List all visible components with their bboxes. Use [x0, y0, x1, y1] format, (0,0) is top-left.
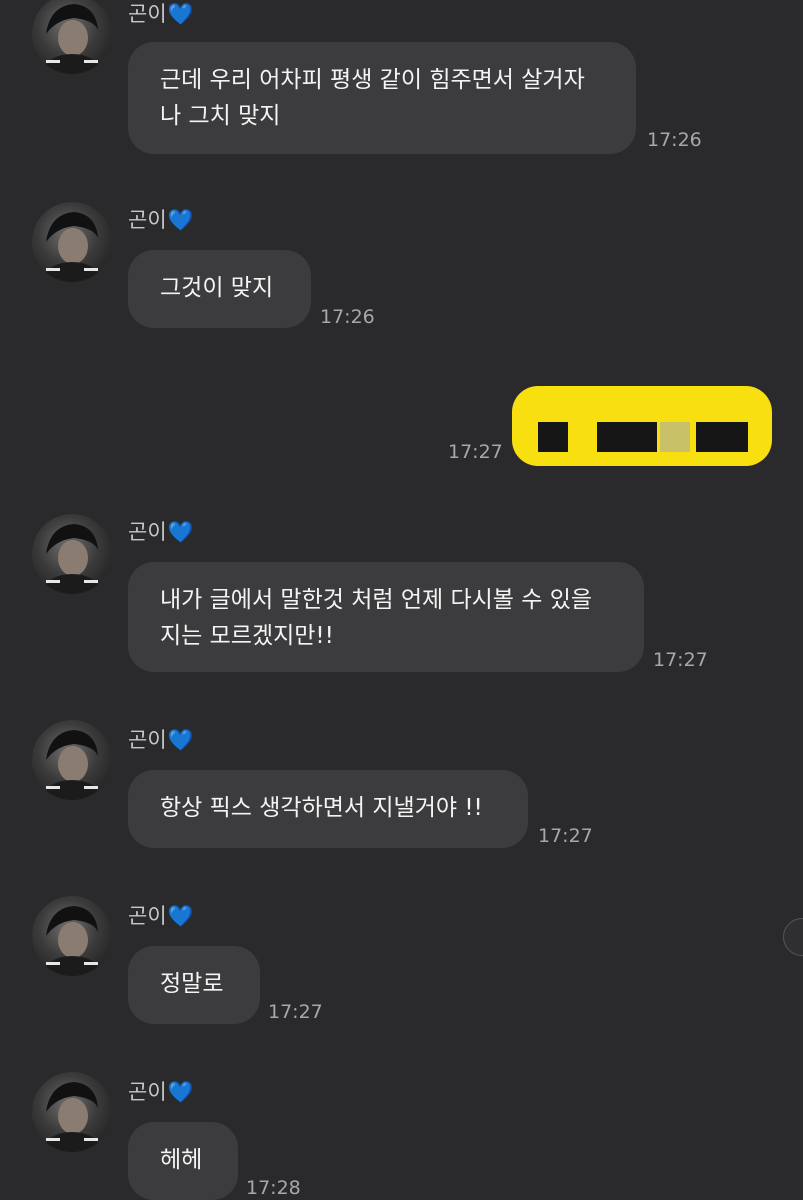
message-line: 지는 모르겠지만!! — [160, 623, 334, 649]
avatar[interactable] — [32, 1072, 112, 1152]
blue-heart-icon: 💙 — [167, 520, 194, 544]
sender-name-text: 곤이 — [128, 520, 167, 544]
avatar[interactable] — [32, 202, 112, 282]
message-line: 헤헤 — [160, 1147, 203, 1173]
message-line: 정말로 — [160, 971, 224, 997]
profile-photo-icon — [40, 906, 104, 976]
scroll-down-button[interactable] — [783, 918, 803, 956]
redacted-block — [696, 422, 748, 452]
avatar[interactable] — [32, 896, 112, 976]
profile-photo-icon — [40, 730, 104, 800]
redacted-block — [660, 422, 690, 452]
message-line: 항상 픽스 생각하면서 지낼거야 !! — [160, 795, 483, 821]
sender-name: 곤이💙 — [128, 210, 194, 231]
profile-photo-icon — [40, 212, 104, 282]
blue-heart-icon: 💙 — [167, 1080, 194, 1104]
message-bubble[interactable]: 그것이 맞지 — [128, 250, 311, 328]
message-line: 내가 글에서 말한것 처럼 언제 다시볼 수 있을 — [160, 587, 593, 613]
message-time: 17:27 — [268, 1001, 323, 1023]
sender-name-text: 곤이 — [128, 904, 167, 928]
message-time: 17:28 — [246, 1177, 301, 1199]
message-time: 17:26 — [320, 306, 375, 328]
blue-heart-icon: 💙 — [167, 904, 194, 928]
avatar[interactable] — [32, 720, 112, 800]
sender-name-text: 곤이 — [128, 728, 167, 752]
avatar[interactable] — [32, 0, 112, 74]
redacted-block — [538, 422, 568, 452]
sender-name: 곤이💙 — [128, 730, 194, 751]
message-bubble[interactable]: 항상 픽스 생각하면서 지낼거야 !! — [128, 770, 528, 848]
sender-name: 곤이💙 — [128, 1082, 194, 1103]
sender-name-text: 곤이 — [128, 208, 167, 232]
profile-photo-icon — [40, 524, 104, 594]
blue-heart-icon: 💙 — [167, 208, 194, 232]
message-bubble[interactable]: 정말로 — [128, 946, 260, 1024]
sender-name: 곤이💙 — [128, 522, 194, 543]
avatar[interactable] — [32, 514, 112, 594]
message-bubble[interactable]: 헤헤 — [128, 1122, 238, 1200]
redacted-block — [597, 422, 657, 452]
message-line: 그것이 맞지 — [160, 275, 274, 301]
profile-photo-icon — [40, 1082, 104, 1152]
message-line: 나 그치 맞지 — [160, 103, 281, 129]
blue-heart-icon: 💙 — [167, 2, 194, 26]
sender-name: 곤이💙 — [128, 906, 194, 927]
blue-heart-icon: 💙 — [167, 728, 194, 752]
sender-name-text: 곤이 — [128, 1080, 167, 1104]
message-line: 근데 우리 어차피 평생 같이 힘주면서 살거자 — [160, 67, 585, 93]
message-time: 17:27 — [538, 825, 593, 847]
sender-name: 곤이💙 — [128, 4, 194, 25]
profile-photo-icon — [40, 4, 104, 74]
message-bubble[interactable]: 내가 글에서 말한것 처럼 언제 다시볼 수 있을 지는 모르겠지만!! — [128, 562, 644, 672]
message-time: 17:27 — [448, 441, 503, 463]
sender-name-text: 곤이 — [128, 2, 167, 26]
message-time: 17:27 — [653, 649, 708, 671]
message-time: 17:26 — [647, 129, 702, 151]
message-bubble[interactable]: 근데 우리 어차피 평생 같이 힘주면서 살거자 나 그치 맞지 — [128, 42, 636, 154]
